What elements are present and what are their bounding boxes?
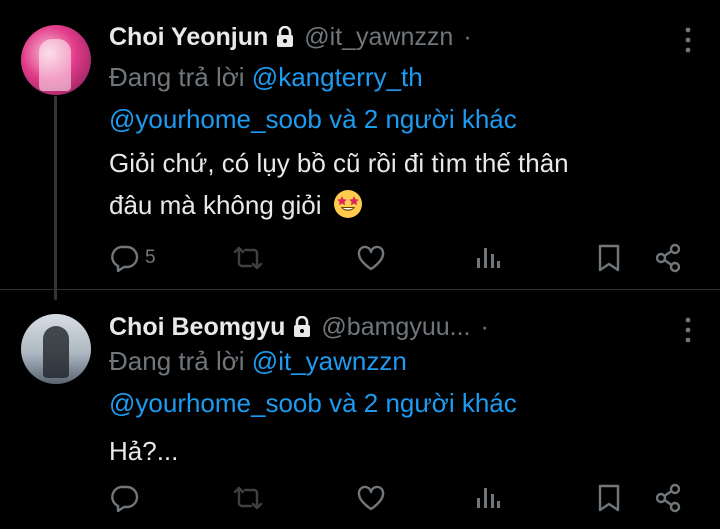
bookmark-button[interactable] bbox=[596, 242, 622, 274]
reply-count: 5 bbox=[145, 247, 156, 268]
others-link[interactable]: và 2 người khác bbox=[329, 104, 517, 134]
reply-button[interactable]: 5 bbox=[110, 242, 156, 274]
tweet-text-line: Giỏi chứ, có lụy bồ cũ rồi đi tìm thế th… bbox=[109, 148, 569, 178]
share-icon bbox=[654, 483, 682, 513]
avatar[interactable] bbox=[21, 25, 91, 95]
separator-dot: · bbox=[463, 22, 472, 51]
more-vertical-icon[interactable] bbox=[684, 26, 692, 54]
separator-dot: · bbox=[480, 312, 489, 341]
avatar[interactable] bbox=[21, 314, 91, 384]
heart-icon bbox=[356, 484, 386, 512]
replying-prefix: Đang trả lời bbox=[109, 346, 245, 376]
tweet[interactable]: Choi Yeonjun @it_yawnzzn · Đang trả lời … bbox=[0, 0, 720, 289]
share-icon bbox=[654, 243, 682, 273]
tweet-actions: 5 bbox=[0, 242, 720, 274]
mention-link[interactable]: @yourhome_soob bbox=[109, 388, 322, 418]
tweet-actions bbox=[0, 482, 720, 514]
replying-prefix: Đang trả lời bbox=[109, 62, 245, 92]
tweet-text-line-2: đâu mà không giỏi bbox=[109, 184, 363, 226]
heart-icon bbox=[356, 244, 386, 272]
display-name[interactable]: Choi Yeonjun bbox=[109, 23, 268, 52]
views-button[interactable] bbox=[474, 482, 502, 514]
mention-link[interactable]: @kangterry_th bbox=[252, 62, 423, 92]
replying-to-line-2: @yourhome_soob và 2 người khác bbox=[109, 382, 517, 424]
bookmark-icon bbox=[596, 483, 622, 513]
like-button[interactable] bbox=[356, 242, 386, 274]
tweet-text: đâu mà không giỏi bbox=[109, 190, 322, 220]
replying-to-line: Đang trả lời @kangterry_th bbox=[109, 56, 423, 98]
tweet-header: Choi Yeonjun @it_yawnzzn · bbox=[109, 20, 472, 54]
like-button[interactable] bbox=[356, 482, 386, 514]
reply-icon bbox=[110, 484, 140, 512]
user-handle[interactable]: @it_yawnzzn bbox=[304, 23, 453, 52]
tweet[interactable]: Choi Beomgyu @bamgyuu... · Đang trả lời … bbox=[0, 290, 720, 529]
retweet-button[interactable] bbox=[232, 242, 264, 274]
lock-icon bbox=[293, 316, 311, 338]
lock-icon bbox=[276, 26, 294, 48]
replying-to-line-2: @yourhome_soob và 2 người khác bbox=[109, 98, 517, 140]
mention-link[interactable]: @it_yawnzzn bbox=[252, 346, 407, 376]
replying-to-line: Đang trả lời @it_yawnzzn bbox=[109, 340, 407, 382]
views-button[interactable] bbox=[474, 242, 502, 274]
views-icon bbox=[474, 244, 502, 272]
views-icon bbox=[474, 484, 502, 512]
reply-button[interactable] bbox=[110, 482, 145, 514]
retweet-button[interactable] bbox=[232, 482, 264, 514]
share-button[interactable] bbox=[654, 482, 682, 514]
share-button[interactable] bbox=[654, 242, 682, 274]
retweet-icon bbox=[232, 484, 264, 512]
tweet-text-line: Hả?... bbox=[109, 436, 179, 466]
display-name[interactable]: Choi Beomgyu bbox=[109, 313, 285, 342]
bookmark-icon bbox=[596, 243, 622, 273]
user-handle[interactable]: @bamgyuu... bbox=[321, 313, 470, 342]
mention-link[interactable]: @yourhome_soob bbox=[109, 104, 322, 134]
tweet-header: Choi Beomgyu @bamgyuu... · bbox=[109, 310, 489, 344]
reply-icon bbox=[110, 244, 140, 272]
retweet-icon bbox=[232, 244, 264, 272]
bookmark-button[interactable] bbox=[596, 482, 622, 514]
others-link[interactable]: và 2 người khác bbox=[329, 388, 517, 418]
star-struck-emoji bbox=[333, 189, 363, 219]
more-vertical-icon[interactable] bbox=[684, 316, 692, 344]
